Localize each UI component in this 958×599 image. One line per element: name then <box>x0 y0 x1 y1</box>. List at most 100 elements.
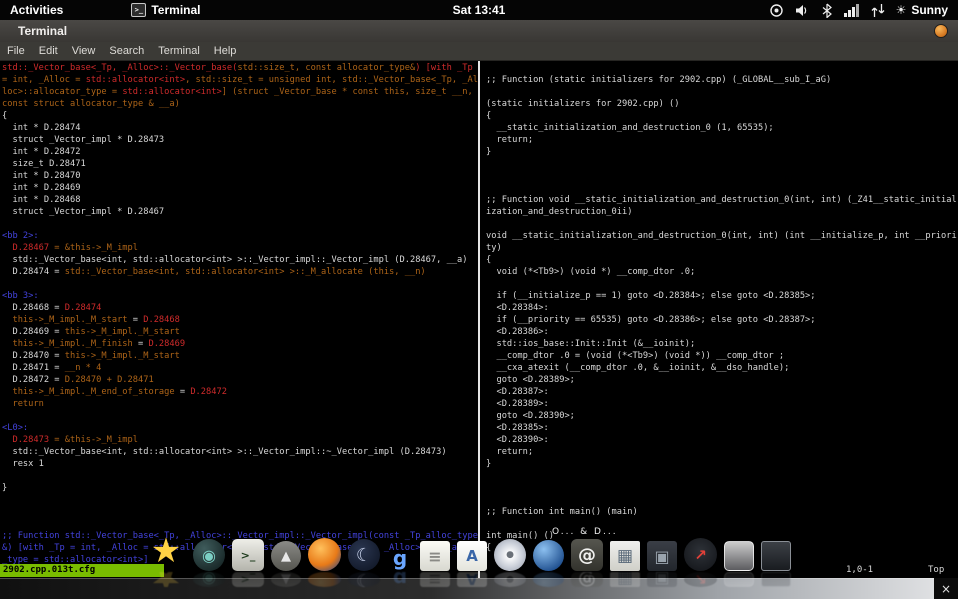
gauge-icon-glyph: ↗ <box>684 538 717 571</box>
bluetooth-icon[interactable] <box>821 3 833 18</box>
activities-button[interactable]: Activities <box>0 3 73 17</box>
cd-disc-icon-reflection: ● <box>494 572 526 587</box>
dark-frame-icon[interactable] <box>761 541 791 587</box>
clock[interactable]: Sat 13:41 <box>453 3 506 17</box>
terminal-line: if (__priority == 65535) goto <D.28386>;… <box>486 315 816 325</box>
glass-icon[interactable] <box>724 541 754 587</box>
camera-lens-icon[interactable]: ◉ ◉ <box>193 539 225 587</box>
terminal-line: } <box>486 147 492 157</box>
moon-icon-reflection: ☾ <box>348 572 380 587</box>
terminal-line: return <box>2 399 44 409</box>
camera-lens-icon-reflection: ◉ <box>193 572 225 587</box>
photo-frame-icon[interactable]: ▦ ▦ <box>610 541 640 587</box>
vim-left-pane[interactable]: std::_Vector_base<_Tp, _Alloc>::_Vector_… <box>2 62 478 599</box>
firefox-icon[interactable] <box>308 538 341 587</box>
at-mail-icon-reflection: @ <box>571 572 603 587</box>
volume-icon[interactable] <box>795 3 810 18</box>
menu-view[interactable]: View <box>65 45 103 57</box>
terminal-line: std::_Vector_base<int, std::allocator<in… <box>2 447 447 457</box>
glass-icon-reflection <box>724 572 754 587</box>
moon-icon[interactable]: ☾ ☾ <box>348 539 380 587</box>
signal-strength-icon[interactable] <box>843 3 860 17</box>
at-mail-icon[interactable]: @ @ <box>571 539 603 587</box>
menu-search[interactable]: Search <box>102 45 151 57</box>
terminal-line: __static_initialization_and_destruction_… <box>486 123 774 133</box>
gallery-icon-glyph: ▣ <box>647 541 677 571</box>
gauge-icon[interactable]: ↗ ↗ <box>684 538 717 587</box>
terminal-line: (static initializers for 2902.cpp) () <box>486 99 680 109</box>
weather-sun-icon: ☀ <box>895 3 907 17</box>
document-icon[interactable]: ≡ ≡ <box>420 541 450 587</box>
menu-terminal[interactable]: Terminal <box>151 45 207 57</box>
terminal-line: int * D.28470 <box>2 171 81 181</box>
document-icon-reflection: ≡ <box>420 572 450 587</box>
terminal-line: ty) <box>486 243 502 253</box>
moon-icon-glyph: ☾ <box>348 539 380 571</box>
terminal-line: ;; Function void __static_initialization… <box>486 195 957 205</box>
weather-indicator[interactable]: ☀ Sunny <box>896 3 948 17</box>
terminal-line: this->_M_impl._M_start = D.28468 <box>2 315 180 325</box>
terminal-monitor-icon-reflection: >_ <box>232 572 264 587</box>
vim-split-separator[interactable] <box>478 60 480 599</box>
terminal-line: { <box>486 255 492 265</box>
menu-edit[interactable]: Edit <box>32 45 65 57</box>
menu-help[interactable]: Help <box>207 45 244 57</box>
focused-app-name: Terminal <box>151 3 201 17</box>
terminal-line: <D.28385>: <box>486 423 549 433</box>
camera-lens-icon-glyph: ◉ <box>193 539 225 571</box>
terminal-line: std::_Vector_base<int, std::allocator<in… <box>2 255 468 265</box>
terminal-line: <D.28387>: <box>486 387 549 397</box>
text-doc-icon[interactable]: AA <box>457 541 487 587</box>
terminal-line: std::ios_base::Init::Init (&__ioinit); <box>486 339 696 349</box>
terminal-line: ;; Function int main() (main) <box>486 507 638 517</box>
g-letter-icon[interactable]: gg <box>387 545 413 587</box>
terminal-line: D.28471 = __n * 4 <box>2 363 102 373</box>
terminal-line: this->_M_impl._M_finish = D.28469 <box>2 339 186 349</box>
terminal-line: struct _Vector_impl * D.28473 <box>2 135 165 145</box>
focused-app-indicator[interactable]: >_ Terminal <box>131 3 200 17</box>
terminal-line: { <box>486 111 492 121</box>
terminal-line: goto <D.28389>; <box>486 375 575 385</box>
globe-icon-reflection <box>533 572 564 587</box>
dark-frame-icon-glyph <box>761 541 791 571</box>
vim-right-pane[interactable]: ;; Function (static initializers for 290… <box>486 62 958 599</box>
g-letter-icon-reflection: g <box>392 572 408 587</box>
text-doc-icon-reflection: A <box>457 572 487 587</box>
terminal-line: __cxa_atexit (__comp_dtor .0, &__ioinit,… <box>486 363 790 373</box>
terminal-line: loc>::allocator_type = std::allocator<in… <box>2 87 473 97</box>
terminal-line: goto <D.28390>; <box>486 411 575 421</box>
eject-icon[interactable]: ▲ ▲ <box>271 541 301 587</box>
gallery-icon[interactable]: ▣ ▣ <box>647 541 677 587</box>
cd-disc-icon[interactable]: ● ● <box>494 539 526 587</box>
document-icon-glyph: ≡ <box>420 541 450 571</box>
eject-icon-glyph: ▲ <box>271 541 301 571</box>
globe-icon[interactable] <box>533 540 564 587</box>
menu-file[interactable]: File <box>0 45 32 57</box>
dock-close-icon[interactable]: × <box>934 578 958 599</box>
terminal-monitor-icon[interactable]: >_ >_ <box>232 539 264 587</box>
terminal-line: this->_M_impl._M_end_of_storage = D.2847… <box>2 387 227 397</box>
terminal-line: size_t D.28471 <box>2 159 86 169</box>
star-icon-reflection: ★ <box>146 572 186 587</box>
window-titlebar[interactable]: Terminal <box>0 20 958 43</box>
glass-icon-glyph <box>724 541 754 571</box>
close-button[interactable] <box>934 24 948 38</box>
terminal-line: } <box>2 483 8 493</box>
statusline-ruler: 1,0-1 <box>846 565 874 575</box>
orb-icon[interactable] <box>769 3 784 18</box>
terminal-line: D.28474 = std::_Vector_base<int, std::al… <box>2 267 426 277</box>
network-icon[interactable] <box>871 3 885 17</box>
star-icon[interactable]: ★★ <box>146 531 186 587</box>
terminal-line: struct _Vector_impl * D.28467 <box>2 207 165 217</box>
terminal-line: = int, _Alloc = std::allocator<int>, std… <box>2 75 478 85</box>
terminal-line: D.28468 = D.28474 <box>2 303 102 313</box>
